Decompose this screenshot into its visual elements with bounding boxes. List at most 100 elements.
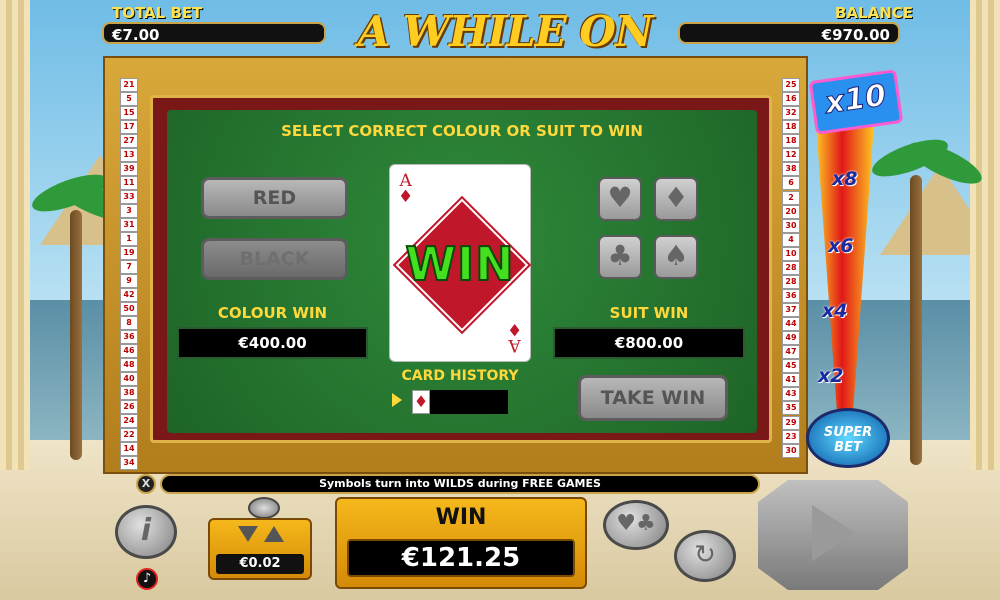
payline-number: 8 (120, 316, 138, 330)
payline-number: 36 (782, 288, 800, 303)
palm-tree-left (70, 210, 82, 460)
payline-number: 47 (782, 345, 800, 360)
card-history-label: CARD HISTORY (401, 368, 519, 384)
payline-number: 50 (120, 302, 138, 316)
payline-number: 4 (782, 232, 800, 247)
payline-number: 1 (120, 232, 138, 246)
diamonds-button[interactable]: ♦ (654, 177, 698, 221)
colour-win-label: COLOUR WIN (217, 304, 328, 322)
hearts-button[interactable]: ♥ (598, 177, 642, 221)
red-button[interactable]: RED (201, 177, 348, 219)
payline-number: 17 (120, 120, 138, 134)
diamond-icon: ♦ (506, 319, 522, 339)
payline-number: 21 (120, 78, 138, 92)
stake-up-icon[interactable] (264, 526, 284, 542)
payline-number: 36 (120, 330, 138, 344)
payline-number: 24 (120, 414, 138, 428)
stake-down-icon[interactable] (238, 526, 258, 542)
card-rank: A (508, 335, 521, 355)
balance-value: €970.00 (678, 22, 900, 44)
win-amount: €121.25 (347, 539, 575, 577)
payline-number: 20 (782, 204, 800, 219)
history-arrow-icon (392, 393, 402, 407)
payline-number: 43 (782, 387, 800, 402)
payline-number: 45 (782, 359, 800, 374)
payline-number: 40 (120, 372, 138, 386)
card-corner-top: A ♦ (398, 173, 413, 206)
card-corner-bottom: A ♦ (506, 319, 522, 355)
win-panel: WIN €121.25 (335, 497, 587, 589)
balance-label: BALANCE (835, 4, 914, 22)
super-bet-button[interactable]: SUPER BET (806, 408, 890, 468)
clubs-button[interactable]: ♣ (598, 235, 642, 279)
repeat-arrow-icon: ↻ (694, 540, 716, 570)
colour-win-value: €400.00 (177, 327, 368, 359)
autoplay-button[interactable]: ↻ (674, 530, 736, 582)
close-x-icon[interactable]: X (136, 474, 156, 494)
gamble-title: SELECT CORRECT COLOUR OR SUIT TO WIN (281, 122, 643, 140)
payline-number: 11 (120, 176, 138, 190)
card-suits-icon: ♥♣ (616, 511, 656, 536)
payline-number: 18 (782, 134, 800, 149)
payline-number: 27 (120, 134, 138, 148)
payline-numbers-left: 21 5 15 17 27 13 39 11 33 3 31 1 19 7 9 42 50 8 36 46 48 40 38… (120, 78, 138, 470)
info-ticker: Symbols turn into WILDS during FREE GAME… (160, 474, 760, 494)
palm-tree-right (910, 175, 922, 465)
payline-number: 29 (782, 415, 800, 430)
payline-number: 15 (120, 106, 138, 120)
payline-number: 44 (782, 317, 800, 332)
multiplier-x8: x8 (832, 168, 858, 190)
play-triangle-icon (812, 505, 856, 561)
payline-number: 48 (120, 358, 138, 372)
payline-number: 14 (120, 442, 138, 456)
multiplier-x2: x2 (818, 365, 844, 387)
payline-number: 26 (120, 400, 138, 414)
info-button[interactable]: i (115, 505, 177, 559)
suit-win-label: SUIT WIN (609, 304, 689, 322)
gamble-button[interactable]: ♥♣ (603, 500, 669, 550)
payline-number: 12 (782, 148, 800, 163)
take-win-button[interactable]: TAKE WIN (578, 375, 728, 421)
stake-selector[interactable]: €0.02 (208, 518, 312, 580)
payline-number: 41 (782, 373, 800, 388)
coin-stack-icon (248, 497, 280, 519)
playing-card: A ♦ WIN A ♦ (389, 164, 532, 362)
payline-number: 31 (120, 218, 138, 232)
payline-number: 39 (120, 162, 138, 176)
payline-number: 18 (782, 120, 800, 135)
payline-number: 30 (782, 218, 800, 233)
suit-win-value: €800.00 (553, 327, 745, 359)
payline-number: 23 (782, 429, 800, 444)
spades-button[interactable]: ♠ (654, 235, 698, 279)
payline-number: 22 (120, 428, 138, 442)
payline-number: 32 (782, 106, 800, 121)
payline-number: 38 (120, 386, 138, 400)
pillar-left (0, 0, 30, 470)
payline-number: 5 (120, 92, 138, 106)
payline-number: 46 (120, 344, 138, 358)
card-history: ♦ (392, 390, 510, 414)
win-label: WIN (435, 505, 487, 530)
payline-number: 33 (120, 190, 138, 204)
payline-number: 9 (120, 274, 138, 288)
black-button[interactable]: BLACK (201, 238, 348, 280)
payline-number: 42 (120, 288, 138, 302)
superbet-line2: BET (834, 440, 862, 455)
payline-number: 28 (782, 260, 800, 275)
payline-number: 35 (782, 401, 800, 416)
payline-number: 49 (782, 331, 800, 346)
payline-number: 3 (120, 204, 138, 218)
payline-number: 10 (782, 246, 800, 261)
info-icon: i (140, 513, 152, 548)
payline-number: 30 (782, 443, 800, 458)
payline-number: 16 (782, 92, 800, 107)
multiplier-x4: x4 (822, 300, 848, 322)
total-bet-value: €7.00 (102, 22, 326, 44)
payline-number: 25 (782, 78, 800, 92)
payline-number: 2 (782, 190, 800, 205)
total-bet-label: TOTAL BET (112, 4, 203, 22)
sound-toggle-icon[interactable]: ♪ (136, 568, 158, 590)
payline-number: 28 (782, 274, 800, 289)
payline-number: 19 (120, 246, 138, 260)
card-win-text: WIN (404, 236, 515, 292)
